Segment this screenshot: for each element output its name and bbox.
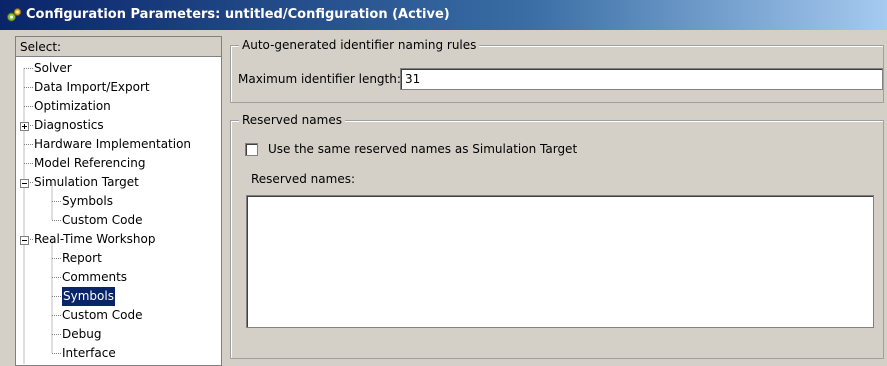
tree-item-custom-code[interactable]: Custom Code — [62, 306, 143, 325]
title-bar: Configuration Parameters: untitled/Confi… — [0, 0, 887, 30]
reserved-names-legend: Reserved names — [239, 112, 345, 128]
naming-rules-legend: Auto-generated identifier naming rules — [239, 37, 480, 53]
category-tree-panel: Select: Solver Data Import/Export Optimiza… — [15, 36, 222, 366]
tree-item-hardware-implementation[interactable]: Hardware Implementation — [34, 135, 191, 154]
configuration-gear-icon — [7, 8, 22, 22]
tree-item-interface[interactable]: Interface — [62, 344, 116, 363]
max-identifier-length-label: Maximum identifier length: — [238, 72, 401, 86]
collapse-icon[interactable] — [20, 235, 29, 245]
tree-item-symbols[interactable]: Symbols — [62, 192, 113, 211]
tree-item-data-import-export[interactable]: Data Import/Export — [34, 78, 150, 97]
tree-item-optimization[interactable]: Optimization — [34, 97, 111, 116]
tree-item-solver[interactable]: Solver — [34, 59, 72, 78]
window-title: Configuration Parameters: untitled/Confi… — [26, 7, 450, 22]
tree-item-model-referencing[interactable]: Model Referencing — [34, 154, 145, 173]
tree-item-real-time-workshop[interactable]: Real-Time Workshop — [34, 230, 155, 249]
same-reserved-names-checkbox[interactable] — [245, 143, 258, 156]
reserved-names-textarea[interactable] — [246, 195, 874, 328]
tree-item-report[interactable]: Report — [62, 249, 102, 268]
reserved-names-list-label: Reserved names: — [251, 172, 355, 186]
tree-item-simulation-target[interactable]: Simulation Target — [34, 173, 139, 192]
expand-icon[interactable] — [20, 121, 29, 131]
tree-item-debug[interactable]: Debug — [62, 325, 101, 344]
tree-item-symbols[interactable]: Symbols — [62, 287, 115, 306]
tree-item-custom-code[interactable]: Custom Code — [62, 211, 143, 230]
reserved-names-group: Reserved names Use the same reserved nam… — [230, 112, 884, 359]
naming-rules-group: Auto-generated identifier naming rules M… — [230, 37, 884, 103]
same-reserved-names-label[interactable]: Use the same reserved names as Simulatio… — [268, 142, 577, 156]
parameter-panel: Auto-generated identifier naming rules M… — [230, 36, 887, 364]
tree-item-diagnostics[interactable]: Diagnostics — [34, 116, 104, 135]
collapse-icon[interactable] — [20, 178, 29, 188]
tree-item-comments[interactable]: Comments — [62, 268, 127, 287]
max-identifier-length-input[interactable] — [400, 68, 883, 90]
